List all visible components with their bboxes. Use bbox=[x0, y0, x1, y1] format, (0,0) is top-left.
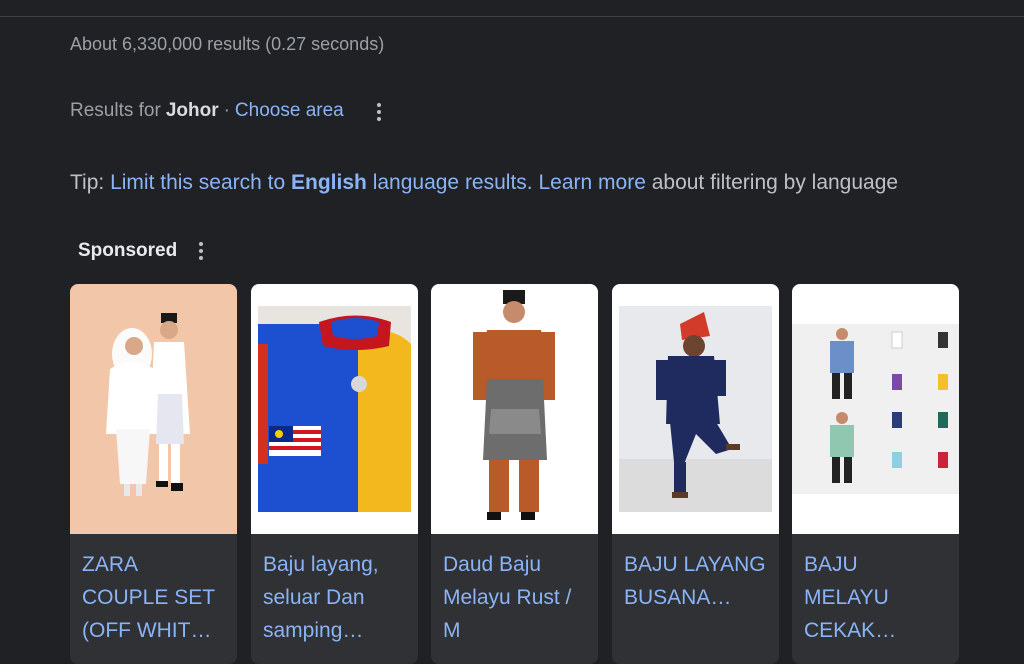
product-title: Baju layang, seluar Dan samping… bbox=[263, 553, 379, 642]
product-title: BAJU MELAYU CEKAK… bbox=[804, 553, 897, 642]
product-card[interactable]: ZARA COUPLE SET (OFF WHIT… bbox=[70, 284, 237, 664]
product-image-baju-melayu-cekak bbox=[792, 284, 959, 534]
tip-link-part2: language results. bbox=[372, 171, 533, 194]
product-image-baju-melayu-rust bbox=[431, 284, 598, 534]
learn-more-link[interactable]: Learn more bbox=[538, 171, 645, 194]
tip-link-part1: Limit this search to bbox=[110, 171, 286, 194]
location-place: Johor bbox=[165, 100, 219, 121]
product-card[interactable]: Baju layang, seluar Dan samping… bbox=[251, 284, 418, 664]
location-bar: Results for Johor · Choose area bbox=[70, 100, 344, 122]
product-title: BAJU LAYANG BUSANA… bbox=[624, 553, 766, 609]
product-title: Daud Baju Melayu Rust / M bbox=[443, 553, 572, 642]
tip-label: Tip: bbox=[70, 171, 105, 194]
product-card[interactable]: BAJU MELAYU CEKAK… bbox=[792, 284, 959, 664]
product-image-baju-layang bbox=[251, 284, 418, 534]
limit-language-link[interactable]: Limit this search to English language re… bbox=[110, 171, 533, 194]
product-card[interactable]: Daud Baju Melayu Rust / M bbox=[431, 284, 598, 664]
sponsored-more-icon[interactable] bbox=[199, 242, 203, 260]
tip-language: English bbox=[291, 171, 367, 194]
top-divider bbox=[0, 16, 1024, 17]
location-separator: · bbox=[223, 100, 230, 121]
product-title: ZARA COUPLE SET (OFF WHIT… bbox=[82, 553, 215, 642]
product-image-baju-layang-busana bbox=[612, 284, 779, 534]
sponsored-label: Sponsored bbox=[78, 240, 178, 261]
location-prefix: Results for bbox=[70, 100, 161, 121]
result-stats: About 6,330,000 results (0.27 seconds) bbox=[70, 34, 385, 54]
choose-area-link[interactable]: Choose area bbox=[235, 100, 344, 122]
tip-suffix: about filtering by language bbox=[651, 171, 899, 194]
location-more-icon[interactable] bbox=[377, 103, 381, 121]
product-card[interactable]: BAJU LAYANG BUSANA… bbox=[612, 284, 779, 664]
language-tip: Tip: Limit this search to English langua… bbox=[70, 171, 898, 195]
product-image-couple bbox=[70, 284, 237, 534]
